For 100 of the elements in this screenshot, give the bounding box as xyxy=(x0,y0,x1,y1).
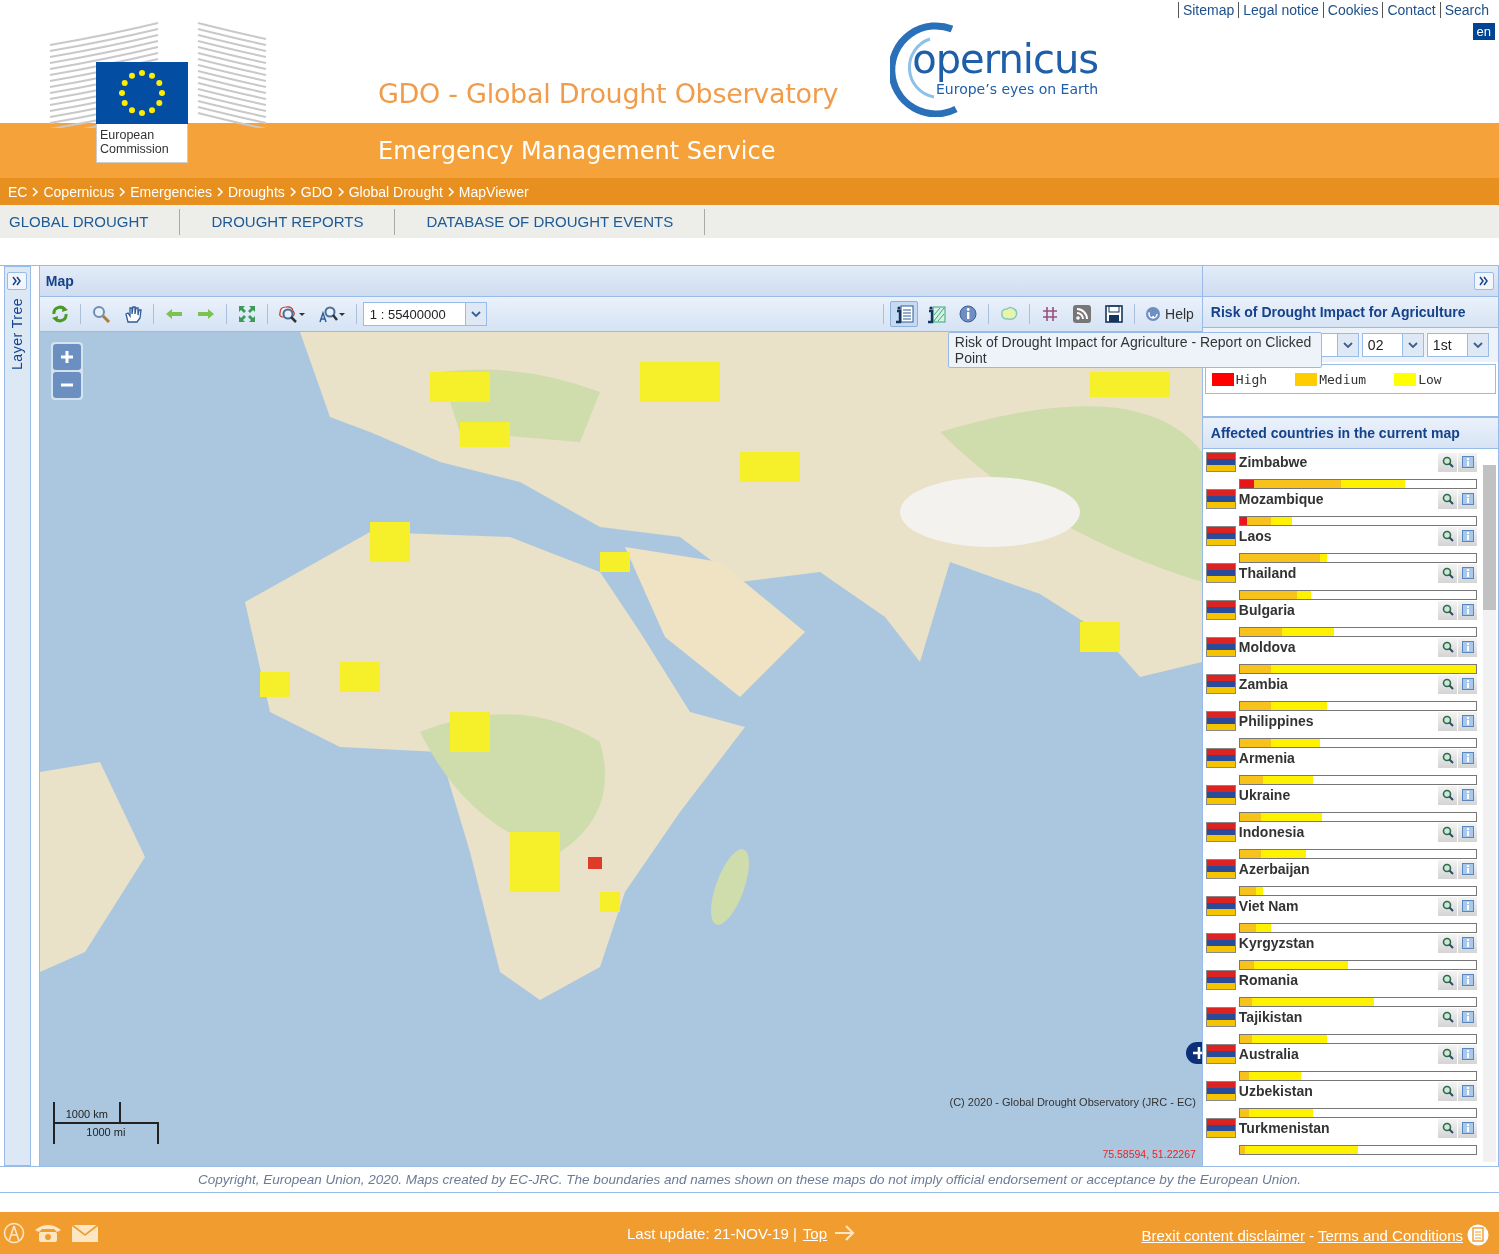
magnifier-icon xyxy=(1441,1011,1454,1023)
country-name[interactable]: Viet Nam xyxy=(1238,898,1437,914)
country-name[interactable]: Tajikistan xyxy=(1238,1009,1437,1025)
country-name[interactable]: Moldova xyxy=(1238,639,1437,655)
flag-icon xyxy=(1205,489,1236,509)
top-link[interactable]: Cookies xyxy=(1322,2,1383,18)
zoom-out-button[interactable] xyxy=(52,372,81,398)
zoom-to-button[interactable] xyxy=(1438,1081,1457,1101)
info-icon xyxy=(1461,715,1474,727)
zoom-in-button[interactable] xyxy=(52,344,81,370)
magnifier-icon xyxy=(1441,641,1454,653)
help-button[interactable]: Help xyxy=(1141,303,1198,325)
eu-flag-icon xyxy=(96,62,188,124)
info-button[interactable] xyxy=(1458,970,1477,990)
zoom-to-button[interactable] xyxy=(1438,933,1457,953)
collapse-button[interactable] xyxy=(1474,272,1494,290)
flag-icon xyxy=(1205,748,1236,768)
chevron-icon xyxy=(118,186,127,197)
info-button[interactable] xyxy=(1458,1007,1477,1027)
report-button[interactable] xyxy=(890,301,919,327)
info-button[interactable] xyxy=(1458,452,1477,472)
magnifier-icon xyxy=(1441,789,1454,801)
section-title: Risk of Drought Impact for Agriculture xyxy=(1202,297,1498,328)
top-link[interactable]: Search xyxy=(1439,2,1493,18)
country-name[interactable]: Australia xyxy=(1238,1046,1437,1062)
info-button[interactable] xyxy=(1458,674,1477,694)
panel-title[interactable]: Layer Tree xyxy=(9,298,26,370)
top-link[interactable]: Legal notice xyxy=(1238,2,1323,18)
info-button[interactable] xyxy=(1458,1118,1477,1138)
zoom-to-button[interactable] xyxy=(1438,785,1457,805)
expand-button[interactable] xyxy=(7,272,28,290)
nav-link[interactable]: DROUGHT REPORTS xyxy=(180,208,396,235)
country-name[interactable]: Romania xyxy=(1238,972,1437,988)
language-button[interactable]: en xyxy=(1472,23,1495,40)
document-icon[interactable] xyxy=(1467,1224,1489,1246)
dropdown[interactable]: 1st xyxy=(1426,333,1489,357)
zoom-to-button[interactable] xyxy=(1438,748,1457,768)
chevron-icon xyxy=(31,186,40,197)
country-name[interactable]: Ukraine xyxy=(1238,787,1437,803)
info-button[interactable] xyxy=(1458,637,1477,657)
country-name[interactable]: Mozambique xyxy=(1238,491,1437,507)
zoom-to-button[interactable] xyxy=(1438,563,1457,583)
country-name[interactable]: Turkmenistan xyxy=(1238,1120,1437,1136)
double-chevron-icon xyxy=(12,276,23,286)
info-button[interactable] xyxy=(1458,896,1477,916)
chevron-icon xyxy=(446,186,455,197)
top-link[interactable]: Sitemap xyxy=(1177,2,1239,18)
country-name[interactable]: Thailand xyxy=(1238,565,1437,581)
country-name[interactable]: Philippines xyxy=(1238,713,1437,729)
info-button[interactable] xyxy=(1458,489,1477,509)
country-name[interactable]: Kyrgyzstan xyxy=(1238,935,1437,951)
zoom-to-button[interactable] xyxy=(1438,526,1457,546)
tooltip: Risk of Drought Impact for Agriculture - Report on Clicked Point xyxy=(947,332,1322,368)
info-button[interactable] xyxy=(1458,859,1477,879)
zoom-region-icon xyxy=(277,304,306,324)
copernicus-logo[interactable]: opernicus Europe’s eyes on Earth xyxy=(890,17,1099,117)
separator: - xyxy=(1308,1226,1314,1244)
zoom-to-button[interactable] xyxy=(1438,1044,1457,1064)
country-name[interactable]: Zimbabwe xyxy=(1238,454,1437,470)
info-button[interactable] xyxy=(1458,1081,1477,1101)
country-name[interactable]: Bulgaria xyxy=(1238,602,1437,618)
info-button[interactable] xyxy=(1458,748,1477,768)
info-button[interactable] xyxy=(1458,822,1477,842)
info-button[interactable] xyxy=(1458,563,1477,583)
scale-dropdown[interactable]: 1 : 55400000 xyxy=(362,302,487,326)
top-link[interactable]: Contact xyxy=(1382,2,1440,18)
scrollbar[interactable] xyxy=(1483,465,1496,1162)
zoom-icon xyxy=(90,304,111,324)
info-button[interactable] xyxy=(1458,600,1477,620)
zoom-to-button[interactable] xyxy=(1438,1118,1457,1138)
zoom-to-button[interactable] xyxy=(1438,822,1457,842)
info-button[interactable] xyxy=(1458,711,1477,731)
zoom-to-button[interactable] xyxy=(1438,1007,1457,1027)
zoom-to-button[interactable] xyxy=(1438,711,1457,731)
country-name[interactable]: Zambia xyxy=(1238,676,1437,692)
magnifier-icon xyxy=(1441,863,1454,875)
magnifier-icon xyxy=(1441,567,1454,579)
nav-link[interactable]: GLOBAL DROUGHT xyxy=(0,208,181,235)
info-button[interactable] xyxy=(1458,785,1477,805)
info-button[interactable] xyxy=(1458,526,1477,546)
info-icon xyxy=(1461,530,1474,542)
country-name[interactable]: Azerbaijan xyxy=(1238,861,1437,877)
country-name[interactable]: Armenia xyxy=(1238,750,1437,766)
zoom-to-button[interactable] xyxy=(1438,452,1457,472)
zoom-to-button[interactable] xyxy=(1438,600,1457,620)
zoom-to-button[interactable] xyxy=(1438,859,1457,879)
zoom-to-button[interactable] xyxy=(1438,896,1457,916)
scale-label: 1000 mi xyxy=(86,1126,126,1138)
info-button[interactable] xyxy=(1458,933,1477,953)
country-name[interactable]: Laos xyxy=(1238,528,1437,544)
nav-link[interactable]: DATABASE OF DROUGHT EVENTS xyxy=(395,208,706,235)
zoom-to-button[interactable] xyxy=(1438,674,1457,694)
info-icon xyxy=(1461,826,1474,838)
info-button[interactable] xyxy=(1458,1044,1477,1064)
country-name[interactable]: Uzbekistan xyxy=(1238,1083,1437,1099)
zoom-to-button[interactable] xyxy=(1438,970,1457,990)
zoom-to-button[interactable] xyxy=(1438,489,1457,509)
country-name[interactable]: Indonesia xyxy=(1238,824,1437,840)
dropdown[interactable]: 02 xyxy=(1361,333,1424,357)
zoom-to-button[interactable] xyxy=(1438,637,1457,657)
